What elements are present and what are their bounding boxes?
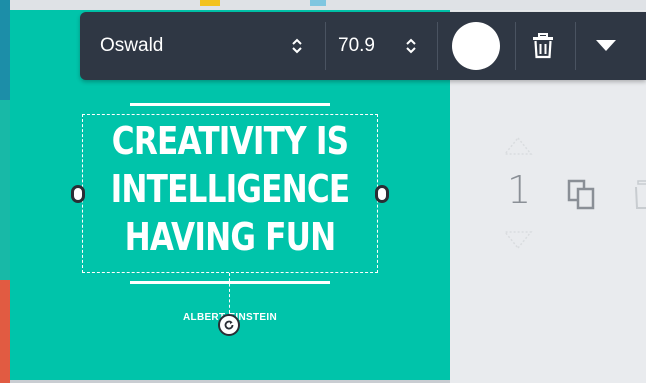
- font-family-select[interactable]: Oswald: [100, 12, 330, 80]
- chevron-down-icon[interactable]: [596, 40, 616, 52]
- rotate-icon[interactable]: [218, 314, 240, 336]
- quote-text[interactable]: CREATIVITY IS INTELLIGENCE HAVING FUN: [109, 117, 352, 261]
- page-number: 1: [507, 168, 532, 212]
- edge-segment: [0, 100, 10, 280]
- font-size-value: 70.9: [338, 35, 375, 56]
- rotate-guide-line: [229, 273, 230, 313]
- edge-segment: [0, 280, 10, 383]
- move-page-down-icon[interactable]: [503, 230, 533, 250]
- decorative-line-top[interactable]: [130, 103, 330, 106]
- font-family-value: Oswald: [100, 35, 164, 56]
- toolbar-divider: [437, 22, 438, 70]
- delete-page-icon[interactable]: [632, 180, 646, 210]
- background-top-edge: [10, 0, 646, 10]
- quote-line: HAVING FUN: [124, 215, 337, 259]
- quote-line: CREATIVITY IS: [111, 119, 349, 163]
- font-size-select[interactable]: 70.9: [338, 12, 418, 80]
- edge-segment: [310, 0, 326, 6]
- text-color-swatch[interactable]: [452, 22, 500, 70]
- text-toolbar: Oswald 70.9: [80, 12, 646, 80]
- decorative-line-bottom[interactable]: [130, 281, 330, 284]
- edge-segment: [0, 0, 10, 100]
- move-page-up-icon[interactable]: [503, 136, 533, 156]
- toolbar-divider: [575, 22, 576, 70]
- quote-line: INTELLIGENCE: [110, 167, 351, 211]
- duplicate-page-icon[interactable]: [567, 179, 597, 211]
- resize-handle-left[interactable]: [71, 185, 85, 203]
- toolbar-divider: [515, 22, 516, 70]
- rotate-icon-glyph: [224, 320, 234, 330]
- edge-segment: [200, 0, 220, 6]
- chevron-up-down-icon: [292, 38, 302, 54]
- background-edge: [0, 0, 10, 383]
- trash-icon[interactable]: [532, 33, 554, 59]
- chevron-up-down-icon: [406, 38, 416, 54]
- toolbar-divider: [325, 22, 326, 70]
- resize-handle-right[interactable]: [375, 185, 389, 203]
